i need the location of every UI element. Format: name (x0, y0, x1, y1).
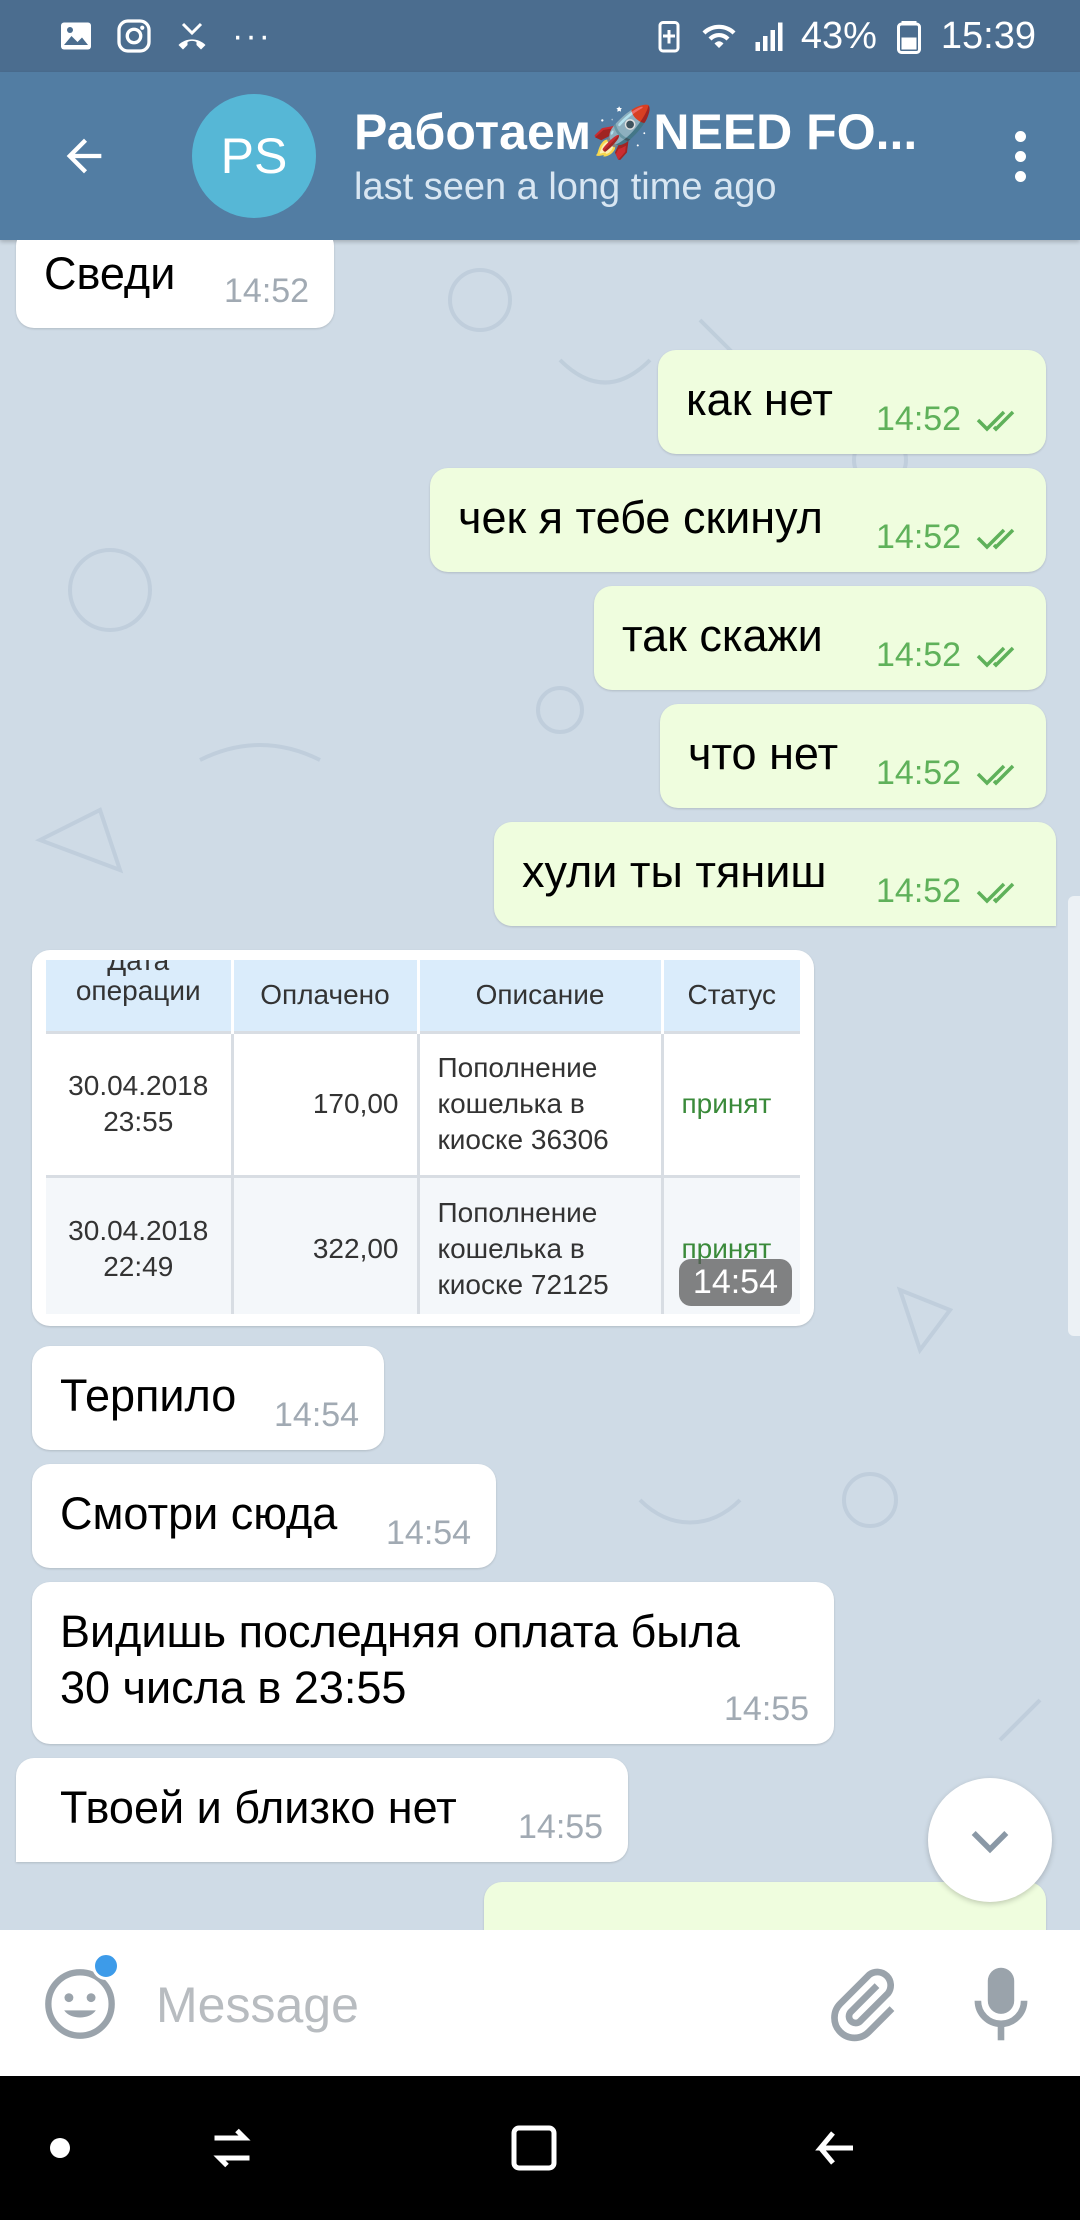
message-text: Смотри сюда (60, 1488, 338, 1539)
message-bubble-incoming[interactable]: Терпило 14:54 (32, 1346, 384, 1450)
scroll-track[interactable] (1068, 896, 1080, 1336)
message-text: хули ты тяниш (522, 846, 827, 897)
message-list[interactable]: Сведи 14:52 как нет 14:52 чек я тебе ски… (0, 240, 1080, 1930)
message-bubble-outgoing[interactable]: чек я тебе скинул 14:52 (430, 468, 1046, 572)
message-text: так скажи (622, 610, 823, 661)
receipt-status: принят (662, 1030, 800, 1176)
nav-home-icon[interactable] (504, 2118, 564, 2178)
receipt-date: 30.04.2018 23:55 (46, 1030, 234, 1176)
missed-call-icon (178, 22, 206, 50)
double-check-icon (976, 882, 1015, 904)
message-time: 14:55 (518, 1808, 604, 1846)
receipt-desc: Пополнение кошелька в киоске 72125 (418, 1174, 664, 1314)
last-seen-status: last seen a long time ago (354, 166, 777, 208)
image-icon (61, 22, 91, 50)
message-bubble-outgoing[interactable]: так скажи 14:52 (594, 586, 1046, 690)
message-text: Твоей и близко нет (60, 1782, 457, 1833)
instagram-icon (117, 19, 151, 53)
message-text: Сведи (44, 248, 176, 299)
signal-icon (755, 22, 783, 51)
col-date-header: Дата операции (46, 960, 234, 1032)
more-menu-button[interactable] (1000, 114, 1040, 198)
message-composer (0, 1930, 1080, 2076)
receipt-desc: Пополнение кошелька в киоске 36306 (418, 1030, 664, 1176)
double-check-icon (976, 646, 1015, 668)
message-bubble-incoming[interactable]: Сведи 14:52 (16, 240, 334, 328)
double-check-icon (976, 764, 1015, 786)
message-bubble-outgoing[interactable]: хули ты тяниш 14:52 (494, 822, 1056, 926)
battery-icon (896, 21, 921, 54)
status-bar: ··· 43% 15:39 (0, 0, 1080, 72)
receipt-paid: 170,00 (232, 1030, 420, 1176)
message-input[interactable] (156, 1970, 756, 2040)
message-text: что нет (688, 728, 839, 779)
message-time: 14:54 (274, 1396, 360, 1434)
nav-recents-icon[interactable] (202, 2118, 262, 2178)
double-check-icon (976, 528, 1015, 550)
emoji-badge (92, 1952, 120, 1980)
message-bubble-outgoing[interactable]: что нет 14:52 (660, 704, 1046, 808)
wifi-icon (702, 24, 736, 48)
message-text: чек я тебе скинул (458, 492, 823, 543)
battery-percent: 43% (800, 14, 877, 57)
message-time: 14:52 (224, 272, 310, 310)
avatar[interactable]: PS (192, 94, 316, 218)
chat-title-block[interactable]: Работаем🚀NEED FO... last seen a long tim… (354, 101, 954, 211)
nav-dot-icon[interactable] (30, 2118, 90, 2178)
battery-saver-icon (658, 21, 680, 53)
message-bubble-incoming[interactable]: Смотри сюда 14:54 (32, 1464, 496, 1568)
nav-back-icon[interactable] (808, 2118, 868, 2178)
receipt-paid: 322,00 (232, 1174, 420, 1314)
message-time: 14:52 (876, 518, 962, 556)
message-time: 14:52 (876, 754, 962, 792)
col-status-header: Статус (662, 960, 800, 1032)
message-bubble-incoming[interactable]: Видишь последняя оплата была 30 числа в … (32, 1582, 834, 1744)
message-text: Терпило (60, 1370, 237, 1421)
receipt-date: 30.04.2018 22:49 (46, 1174, 234, 1314)
message-time: 14:52 (876, 872, 962, 910)
double-check-icon (976, 410, 1015, 432)
clock: 15:39 (940, 14, 1036, 57)
receipt-header-row: Дата операции Оплачено Описание Статус (46, 960, 800, 1032)
receipt-row: 30.04.2018 23:55 170,00 Пополнение кошельк… (46, 1030, 800, 1176)
more-vert-icon (1014, 130, 1026, 142)
message-bubble-outgoing[interactable]: как нет 14:52 (658, 350, 1046, 454)
chevron-down-icon (971, 1831, 1009, 1854)
message-text: Видишь последняя оплата была (60, 1606, 740, 1657)
message-text-line2: 30 числа в 23:55 (60, 1662, 407, 1713)
photo-time: 14:54 (678, 1259, 792, 1306)
scroll-to-bottom-button[interactable] (928, 1778, 1052, 1902)
chat-title: Работаем🚀NEED FO... (354, 104, 918, 160)
system-nav-bar (0, 2076, 1080, 2220)
message-time: 14:54 (386, 1514, 472, 1552)
back-button[interactable] (42, 114, 126, 198)
back-arrow-icon (66, 138, 102, 174)
message-time: 14:52 (876, 636, 962, 674)
microphone-icon[interactable] (968, 1964, 1034, 2044)
message-time: 14:55 (724, 1690, 810, 1728)
col-desc-header: Описание (418, 960, 664, 1032)
chat-header: PS Работаем🚀NEED FO... last seen a long … (0, 72, 1080, 240)
more-notifications: ··· (232, 16, 272, 55)
message-bubble-incoming[interactable]: Твоей и близко нет 14:55 (16, 1758, 628, 1862)
message-time: 14:52 (876, 400, 962, 438)
message-text: как нет (686, 374, 833, 425)
paperclip-icon[interactable] (822, 1964, 902, 2044)
col-paid-header: Оплачено (232, 960, 420, 1032)
photo-message[interactable]: Дата операции Оплачено Описание Статус 3… (32, 950, 814, 1326)
